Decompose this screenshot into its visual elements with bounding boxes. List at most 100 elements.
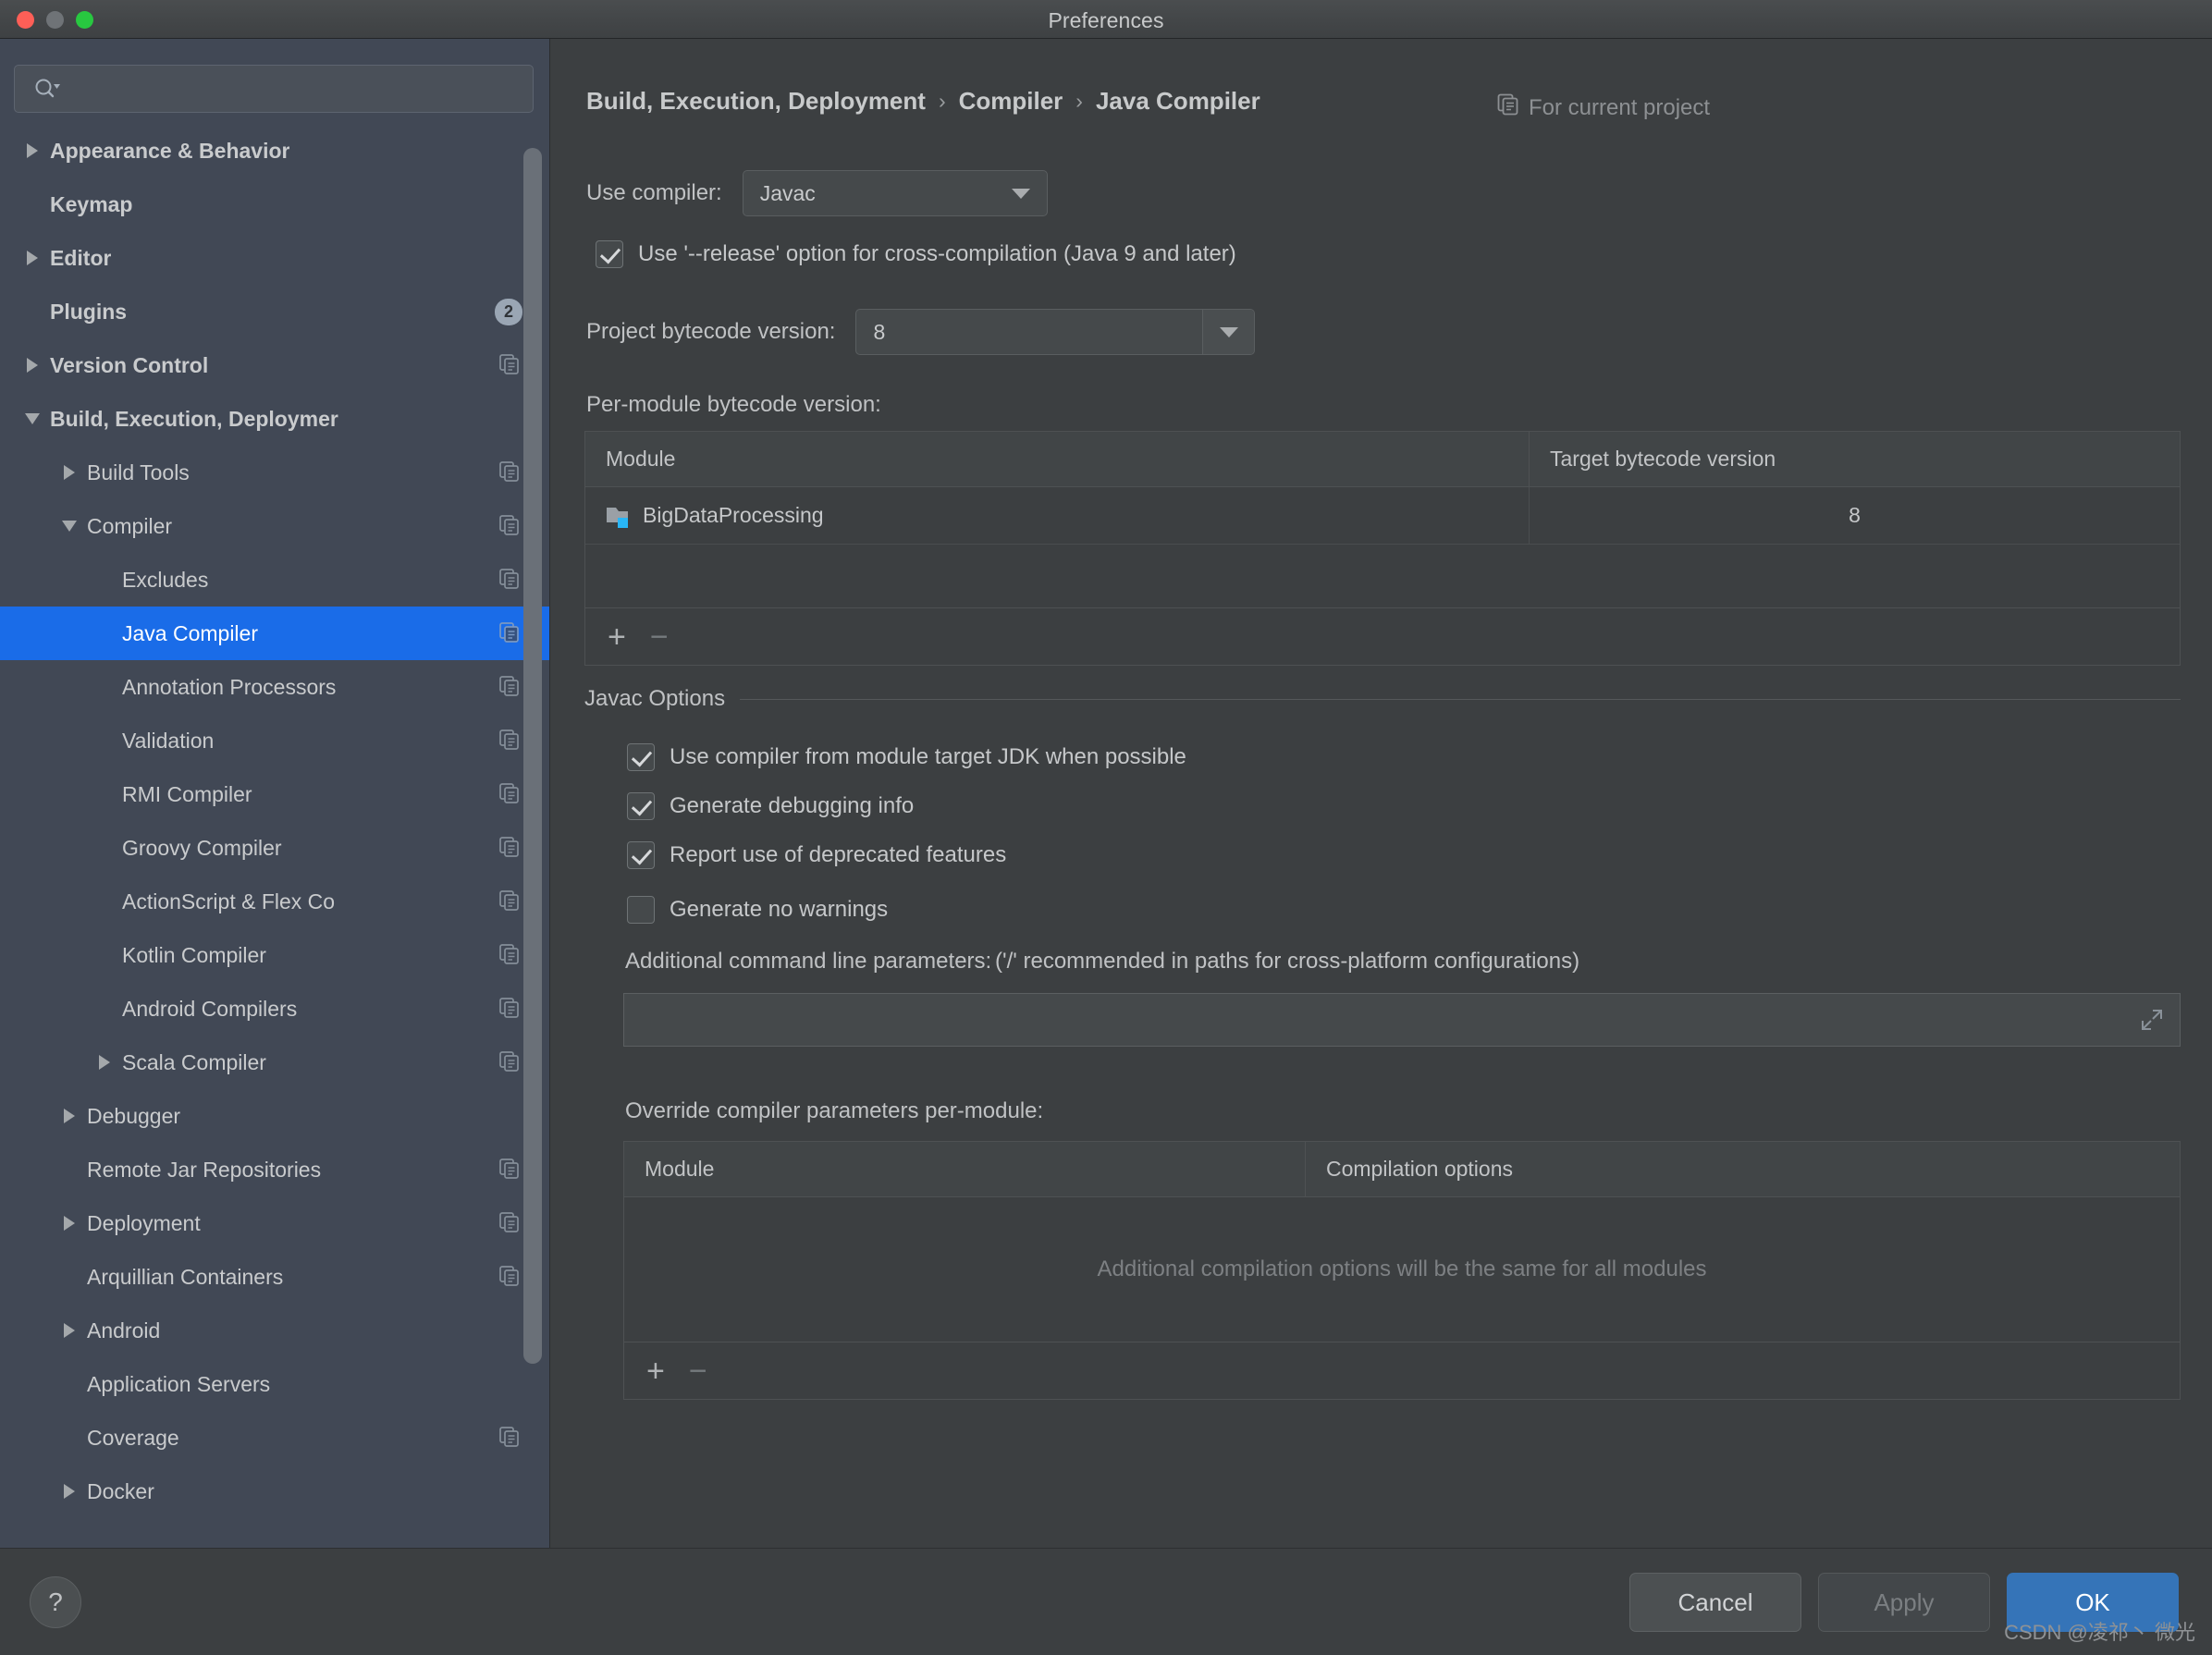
search-box[interactable] bbox=[14, 65, 534, 113]
add-override-button[interactable]: + bbox=[646, 1355, 665, 1387]
sidebar-item-compiler[interactable]: Compiler bbox=[0, 499, 549, 553]
sidebar-item-label: Validation bbox=[122, 728, 215, 753]
table-row[interactable]: BigDataProcessing 8 bbox=[585, 487, 2180, 545]
sidebar-item-remote-jar-repositories[interactable]: Remote Jar Repositories bbox=[0, 1143, 549, 1196]
breadcrumb-separator-0: › bbox=[938, 89, 946, 113]
chevron-right-icon[interactable] bbox=[92, 1050, 117, 1074]
column-header-target-bytecode[interactable]: Target bytecode version bbox=[1529, 432, 2180, 486]
window-titlebar: Preferences bbox=[0, 0, 2212, 39]
javac-option-row-3[interactable]: Generate no warnings bbox=[627, 896, 888, 924]
modules-copy-icon bbox=[1496, 92, 1520, 123]
sidebar-item-android-compilers[interactable]: Android Compilers bbox=[0, 982, 549, 1036]
expand-editor-icon[interactable] bbox=[2139, 1007, 2165, 1033]
sidebar-item-rmi-compiler[interactable]: RMI Compiler bbox=[0, 767, 549, 821]
sidebar-item-groovy-compiler[interactable]: Groovy Compiler bbox=[0, 821, 549, 875]
chevron-right-icon[interactable] bbox=[20, 353, 44, 377]
sidebar-item-editor[interactable]: Editor bbox=[0, 231, 549, 285]
javac-option-row-0[interactable]: Use compiler from module target JDK when… bbox=[627, 743, 1186, 771]
report-deprecated-checkbox[interactable] bbox=[627, 841, 655, 869]
sidebar-item-kotlin-compiler[interactable]: Kotlin Compiler bbox=[0, 928, 549, 982]
sidebar-item-arquillian-containers[interactable]: Arquillian Containers bbox=[0, 1250, 549, 1304]
chevron-right-icon[interactable] bbox=[57, 460, 81, 484]
release-option-row[interactable]: Use '--release' option for cross-compila… bbox=[596, 240, 1236, 268]
sidebar-item-tail bbox=[498, 1211, 522, 1235]
chevron-right-icon[interactable] bbox=[20, 139, 44, 163]
cancel-button[interactable]: Cancel bbox=[1629, 1573, 1801, 1632]
generate-debugging-info-checkbox[interactable] bbox=[627, 792, 655, 820]
additional-params-field-wrapper[interactable] bbox=[623, 993, 2181, 1047]
use-compiler-label: Use compiler: bbox=[586, 180, 722, 205]
sidebar-item-tail bbox=[498, 729, 522, 753]
javac-option-row-1[interactable]: Generate debugging info bbox=[627, 792, 914, 820]
project-bytecode-select[interactable]: 8 bbox=[855, 309, 1256, 355]
chevron-right-icon[interactable] bbox=[57, 1104, 81, 1128]
add-module-button[interactable]: + bbox=[608, 621, 626, 653]
remove-override-button[interactable]: − bbox=[689, 1355, 707, 1387]
sidebar-item-excludes[interactable]: Excludes bbox=[0, 553, 549, 607]
chevron-right-icon[interactable] bbox=[57, 1211, 81, 1235]
sidebar-scrollbar-track[interactable] bbox=[523, 148, 542, 1364]
sidebar-item-label: Android Compilers bbox=[122, 996, 298, 1021]
breadcrumb-item-1[interactable]: Compiler bbox=[959, 87, 1063, 116]
chevron-right-icon[interactable] bbox=[57, 1318, 81, 1342]
sidebar-item-scala-compiler[interactable]: Scala Compiler bbox=[0, 1036, 549, 1089]
column-header-module[interactable]: Module bbox=[624, 1142, 1305, 1196]
cell-module[interactable]: BigDataProcessing bbox=[585, 487, 1529, 544]
chevron-right-icon[interactable] bbox=[57, 1479, 81, 1503]
use-compiler-select[interactable]: Javac bbox=[742, 170, 1048, 216]
chevron-down-icon[interactable] bbox=[57, 514, 81, 538]
generate-debugging-info-label: Generate debugging info bbox=[670, 793, 915, 818]
sidebar-item-label: Editor bbox=[50, 245, 112, 270]
release-option-label: Use '--release' option for cross-compila… bbox=[638, 241, 1236, 266]
sidebar-item-plugins[interactable]: Plugins 2 bbox=[0, 285, 549, 338]
project-scope-copy-icon bbox=[498, 621, 522, 645]
sidebar-item-actionscript-flex-co[interactable]: ActionScript & Flex Co bbox=[0, 875, 549, 928]
apply-button[interactable]: Apply bbox=[1818, 1573, 1990, 1632]
remove-module-button[interactable]: − bbox=[650, 621, 669, 653]
chevron-right-icon[interactable] bbox=[20, 246, 44, 270]
sidebar-item-build-execution-deploymer[interactable]: Build, Execution, Deploymer bbox=[0, 392, 549, 446]
chevron-down-icon[interactable] bbox=[20, 407, 44, 431]
sidebar-item-tail bbox=[498, 889, 522, 913]
help-button[interactable]: ? bbox=[30, 1576, 81, 1628]
sidebar-item-validation[interactable]: Validation bbox=[0, 714, 549, 767]
sidebar-item-label: Build Tools bbox=[87, 460, 190, 484]
table-header-row: Module Compilation options bbox=[624, 1142, 2180, 1197]
sidebar-item-label: Excludes bbox=[122, 567, 209, 592]
sidebar-item-coverage[interactable]: Coverage bbox=[0, 1411, 549, 1465]
search-input[interactable] bbox=[61, 78, 533, 100]
breadcrumb-item-0[interactable]: Build, Execution, Deployment bbox=[586, 87, 926, 116]
generate-no-warnings-checkbox[interactable] bbox=[627, 896, 655, 924]
search-icon bbox=[33, 77, 61, 101]
additional-params-input[interactable] bbox=[639, 1007, 2139, 1033]
column-header-compilation-options[interactable]: Compilation options bbox=[1305, 1142, 2180, 1196]
sidebar-item-debugger[interactable]: Debugger bbox=[0, 1089, 549, 1143]
sidebar-item-docker[interactable]: Docker bbox=[0, 1465, 549, 1518]
sidebar-item-tail bbox=[498, 353, 522, 377]
sidebar-item-deployment[interactable]: Deployment bbox=[0, 1196, 549, 1250]
use-module-target-jdk-checkbox[interactable] bbox=[627, 743, 655, 771]
sidebar-item-appearance-behavior[interactable]: Appearance & Behavior bbox=[0, 124, 549, 178]
section-divider bbox=[740, 698, 2181, 700]
sidebar-item-annotation-processors[interactable]: Annotation Processors bbox=[0, 660, 549, 714]
report-deprecated-label: Report use of deprecated features bbox=[670, 842, 1007, 867]
release-option-checkbox[interactable] bbox=[596, 240, 623, 268]
sidebar-item-application-servers[interactable]: Application Servers bbox=[0, 1357, 549, 1411]
sidebar-scrollbar-thumb[interactable] bbox=[523, 148, 542, 1364]
project-scope-copy-icon bbox=[498, 889, 522, 913]
sidebar-item-java-compiler[interactable]: Java Compiler bbox=[0, 607, 549, 660]
javac-option-row-2[interactable]: Report use of deprecated features bbox=[627, 841, 1006, 869]
sidebar-item-android[interactable]: Android bbox=[0, 1304, 549, 1357]
column-header-module[interactable]: Module bbox=[585, 432, 1529, 486]
sidebar-item-keymap[interactable]: Keymap bbox=[0, 178, 549, 231]
sidebar-item-build-tools[interactable]: Build Tools bbox=[0, 446, 549, 499]
project-bytecode-dropdown-button[interactable] bbox=[1202, 310, 1255, 354]
cell-target-bytecode[interactable]: 8 bbox=[1529, 487, 2180, 544]
sidebar-item-tail bbox=[498, 514, 522, 538]
sidebar-item-version-control[interactable]: Version Control bbox=[0, 338, 549, 392]
project-scope-copy-icon bbox=[498, 943, 522, 967]
